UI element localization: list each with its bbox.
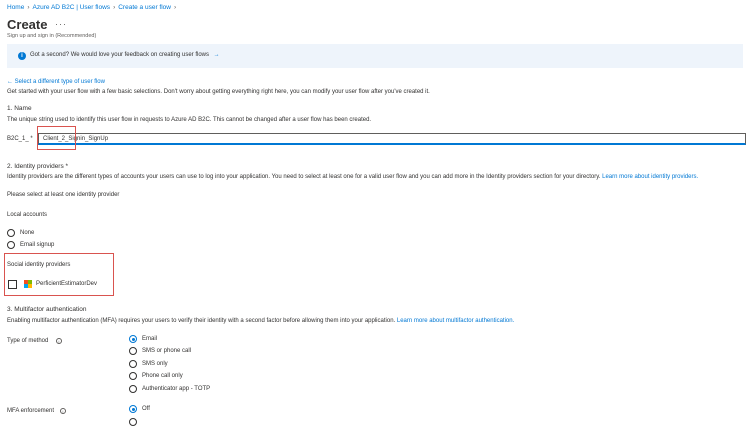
radio-none-label: None — [20, 230, 35, 236]
social-providers-label: Social identity providers — [7, 262, 71, 268]
mfa-enforcement-label: MFA enforcement — [7, 408, 55, 414]
breadcrumb-home[interactable]: Home — [7, 4, 24, 11]
radio-email-label: Email — [142, 336, 158, 342]
select-different-flow-label: Select a different type of user flow — [14, 79, 105, 85]
radio-sms-or-phone-label: SMS or phone call — [142, 348, 192, 354]
radio-enforcement-next[interactable] — [129, 418, 137, 426]
info-icon[interactable]: i — [56, 338, 62, 344]
name-heading: 1. Name — [7, 105, 32, 112]
identity-heading: 2. Identity providers * — [7, 163, 69, 170]
user-flow-name-input[interactable]: Client_2_Signin_SignUp — [38, 133, 746, 145]
radio-none[interactable] — [7, 229, 15, 237]
intro-text: Get started with your user flow with a f… — [7, 89, 430, 95]
radio-enforcement-off[interactable] — [129, 405, 137, 413]
name-prefix-label: B2C_1_ * — [7, 136, 33, 142]
radio-sms-or-phone[interactable] — [129, 347, 137, 355]
more-options-icon[interactable]: ··· — [55, 19, 67, 29]
identity-description: Identity providers are the different typ… — [7, 174, 698, 180]
mfa-description: Enabling multifactor authentication (MFA… — [7, 318, 514, 324]
radio-enforcement-off-label: Off — [142, 406, 150, 412]
identity-description-text: Identity providers are the different typ… — [7, 174, 601, 180]
radio-email-signup-label: Email signup — [20, 242, 55, 248]
social-provider-checkbox[interactable] — [8, 280, 17, 289]
info-icon[interactable]: i — [60, 408, 66, 414]
breadcrumb-user-flows[interactable]: Azure AD B2C | User flows — [33, 4, 111, 11]
name-description: The unique string used to identify this … — [7, 117, 372, 123]
page-subtitle: Sign up and sign in (Recommended) — [7, 33, 97, 39]
radio-authenticator-app-label: Authenticator app - TOTP — [142, 386, 211, 392]
page-title: Create — [7, 17, 48, 32]
chevron-right-icon: › — [173, 4, 177, 11]
feedback-link[interactable]: Got a second? We would love your feedbac… — [30, 52, 220, 58]
chevron-right-icon: › — [27, 4, 30, 11]
mfa-learn-more-link[interactable]: Learn more about multifactor authenticat… — [397, 318, 514, 324]
feedback-text: Got a second? We would love your feedbac… — [30, 52, 209, 58]
mfa-description-text: Enabling multifactor authentication (MFA… — [7, 318, 396, 324]
radio-email[interactable] — [129, 335, 137, 343]
highlight-box — [37, 126, 76, 150]
chevron-right-icon: › — [113, 4, 116, 11]
info-icon: i — [18, 52, 26, 60]
radio-phone-call-only[interactable] — [129, 372, 137, 380]
microsoft-logo-icon — [24, 280, 32, 288]
breadcrumb-create-user-flow[interactable]: Create a user flow — [118, 4, 171, 11]
breadcrumb: Home › Azure AD B2C | User flows › Create a … — [7, 4, 179, 11]
radio-phone-call-only-label: Phone call only — [142, 373, 183, 379]
identity-instruction: Please select at least one identity prov… — [7, 192, 120, 198]
radio-email-signup[interactable] — [7, 241, 15, 249]
select-different-flow-link[interactable]: ← Select a different type of user flow — [7, 79, 105, 85]
local-accounts-label: Local accounts — [7, 212, 48, 218]
radio-sms-only[interactable] — [129, 360, 137, 368]
highlight-box — [4, 253, 114, 296]
type-of-method-label: Type of method — [7, 338, 49, 344]
mfa-heading: 3. Multifactor authentication — [7, 306, 87, 313]
arrow-left-icon: ← — [7, 79, 13, 85]
arrow-right-icon: → — [213, 52, 220, 58]
social-provider-label: PerficientEstimatorDev — [36, 281, 98, 287]
identity-learn-more-link[interactable]: Learn more about identity providers. — [602, 174, 698, 180]
radio-sms-only-label: SMS only — [142, 361, 168, 367]
radio-authenticator-app[interactable] — [129, 385, 137, 393]
